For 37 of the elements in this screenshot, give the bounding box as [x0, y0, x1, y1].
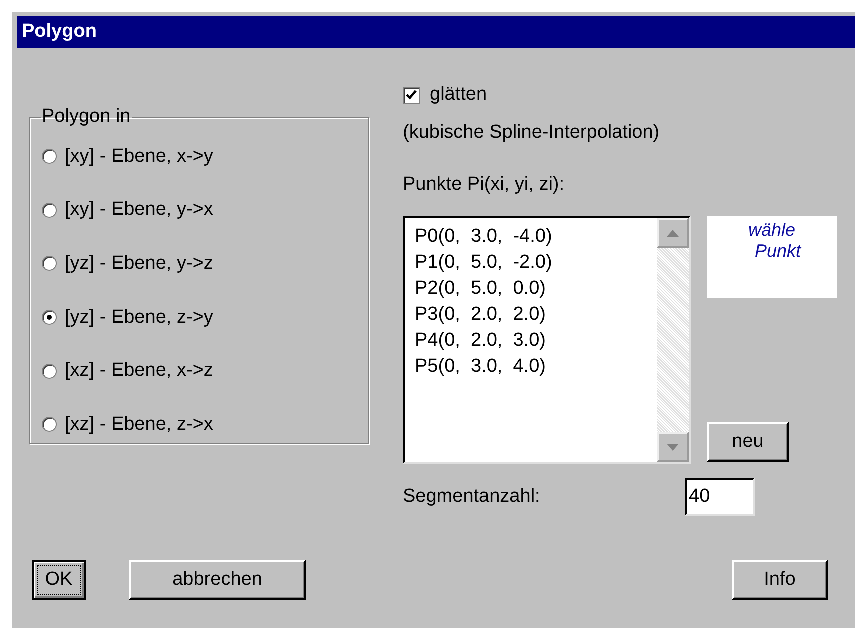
segments-field[interactable]: 40 — [685, 478, 755, 516]
checkbox-label: glätten — [430, 84, 488, 106]
up-arrow-icon — [667, 230, 679, 236]
radio-label: [yz] - Ebene, z->y — [65, 306, 214, 329]
cancel-button[interactable]: abbrechen — [129, 560, 306, 600]
radio-button[interactable] — [42, 256, 57, 272]
radio-button[interactable] — [42, 202, 57, 218]
list-item[interactable]: P5(0, 3.0, 4.0) — [415, 354, 647, 380]
ok-button[interactable]: OK — [32, 560, 86, 600]
radio-label: [xy] - Ebene, y->x — [65, 199, 214, 222]
down-arrow-icon — [667, 444, 679, 450]
list-item[interactable]: P0(0, 3.0, -4.0) — [415, 224, 647, 250]
points-label: Punkte Pi(xi, yi, zi): — [403, 174, 566, 196]
hint-text: wähle — [747, 220, 797, 241]
group-label: Polygon in — [41, 106, 132, 128]
list-item[interactable]: P2(0, 5.0, 0.0) — [415, 276, 647, 302]
radio-button[interactable] — [42, 310, 57, 326]
checkmark-icon — [406, 90, 417, 100]
segments-label: Segmentanzahl: — [403, 486, 540, 508]
new-button[interactable]: neu — [707, 422, 789, 462]
radio-label: [xy] - Ebene, x->y — [65, 146, 214, 168]
radio-label: [xz] - Ebene, x->z — [65, 360, 214, 382]
radio-button[interactable] — [42, 364, 57, 379]
radio-label: [xz] - Ebene, z->x — [65, 414, 214, 436]
hint-text: Punkt — [754, 241, 802, 262]
list-item[interactable]: P4(0, 2.0, 3.0) — [415, 328, 647, 354]
radio-button[interactable] — [42, 149, 57, 164]
list-item[interactable]: P3(0, 2.0, 2.0) — [415, 302, 647, 328]
points-list[interactable]: P0(0, 3.0, -4.0) P1(0, 5.0, -2.0) P2(0, 5.0, 0.0) P3(0, 2.0, 2.0) P4(0, 2.0, 3.0) P5(0, 3.0, 4.0) — [403, 216, 691, 464]
note-text: (kubische Spline-Interpolation) — [403, 122, 661, 144]
info-button[interactable]: Info — [732, 560, 828, 600]
window-title: Polygon — [17, 16, 855, 48]
radio-label: [yz] - Ebene, y->z — [65, 252, 214, 275]
radio-button[interactable] — [42, 417, 57, 432]
checkbox[interactable] — [403, 86, 420, 104]
scrollbar[interactable] — [657, 218, 689, 462]
list-item[interactable]: P1(0, 5.0, -2.0) — [415, 250, 647, 276]
